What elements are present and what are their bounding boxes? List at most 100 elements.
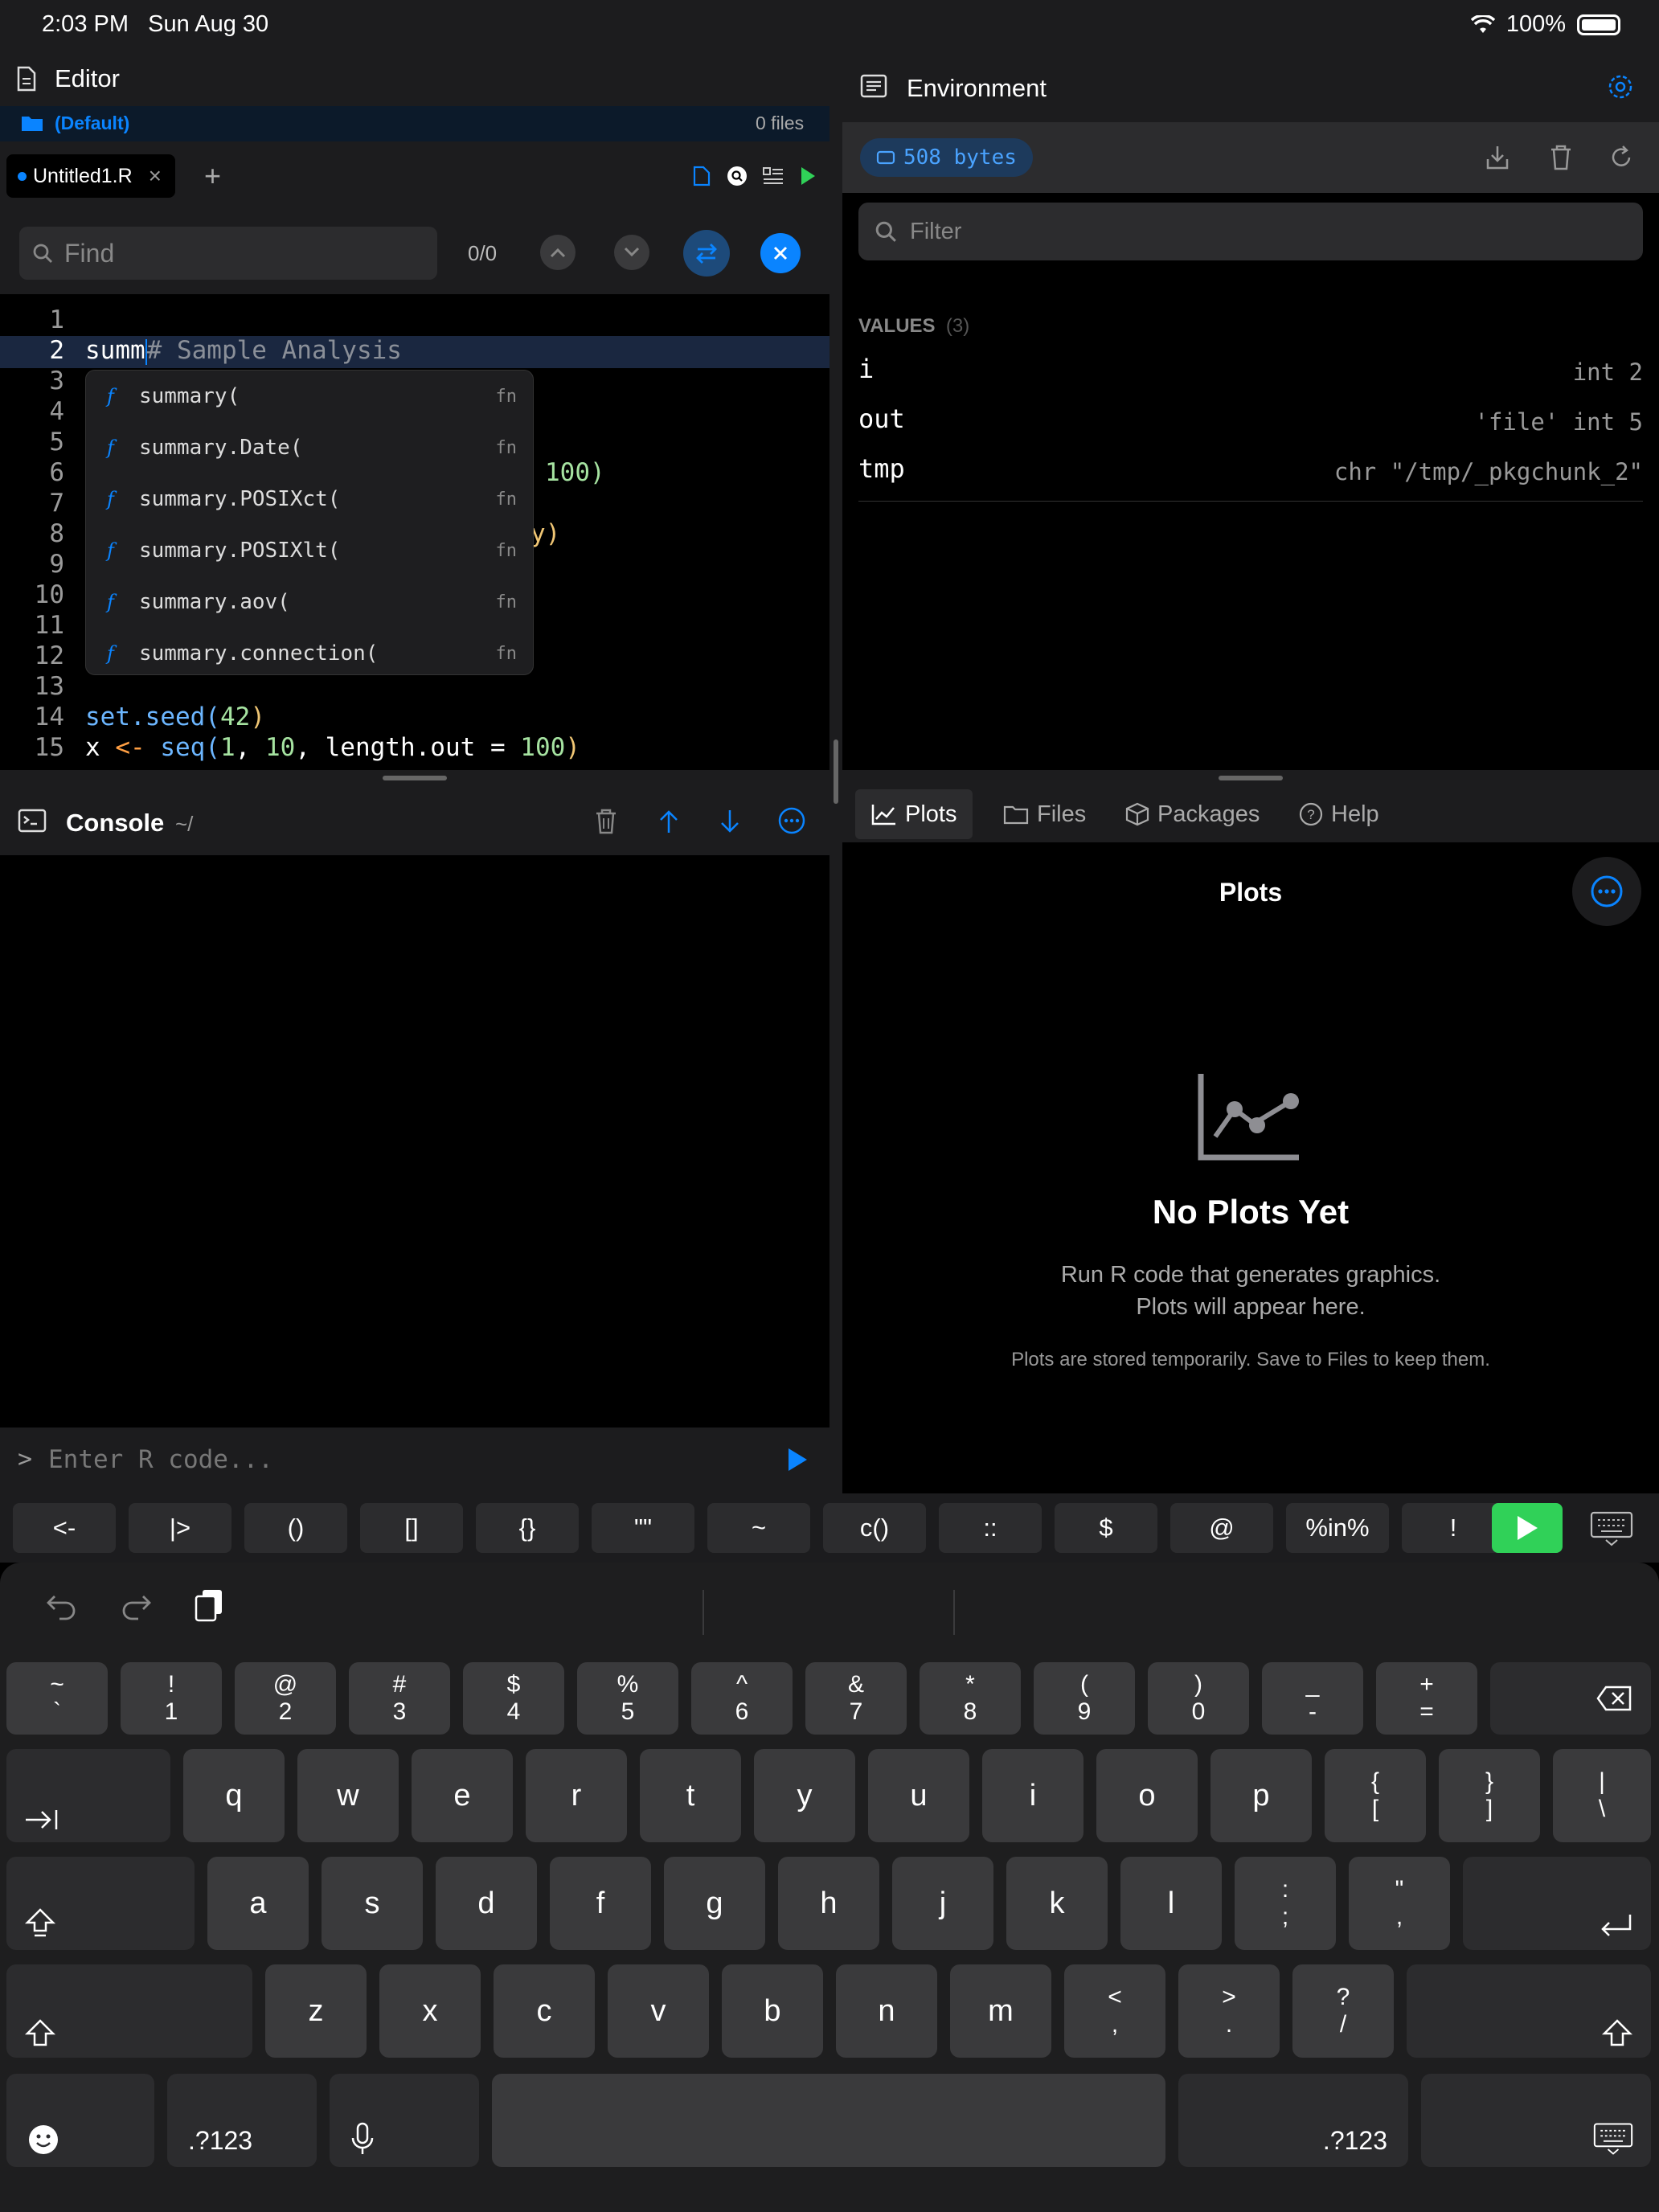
key-p[interactable]: p [1210,1749,1312,1842]
key-h[interactable]: h [778,1857,879,1950]
autocomplete-item[interactable]: f summary.POSIXct(fn [86,473,535,525]
add-tab-button[interactable]: + [204,159,221,193]
key-question[interactable]: ? / [1292,1964,1394,2058]
tab-plots[interactable]: Plots [855,789,973,839]
environment-filter-input[interactable]: Filter [858,203,1643,260]
key[interactable]: @2 [235,1662,336,1735]
key-s[interactable]: s [322,1857,423,1950]
env-row[interactable]: out 'file' int 5 [858,403,1643,452]
key-a[interactable]: a [207,1857,309,1950]
key[interactable]: * 8 [920,1662,1021,1735]
resize-handle[interactable] [383,776,447,780]
key-less-than[interactable]: <, [1064,1964,1165,2058]
resize-handle[interactable] [1219,776,1283,780]
find-next-button[interactable] [614,235,649,270]
run-icon[interactable] [799,166,817,186]
key-r[interactable]: r [526,1749,627,1842]
key-y[interactable]: y [754,1749,855,1842]
console-output[interactable] [0,855,830,1428]
key-b[interactable]: b [722,1964,823,2058]
key-i[interactable]: i [982,1749,1083,1842]
autocomplete-item[interactable]: f summary.POSIXlt(fn [86,525,535,576]
key[interactable]: ! 1 [121,1662,222,1735]
import-icon[interactable] [1485,145,1509,170]
insert-c-button[interactable]: c() [823,1503,926,1553]
key-f[interactable]: f [550,1857,651,1950]
numbers-key-right[interactable]: .?123 [1178,2074,1408,2167]
key[interactable]: $4 [463,1662,564,1735]
key-t[interactable]: t [640,1749,741,1842]
insert-braces-button[interactable]: {} [476,1503,579,1553]
key-o[interactable]: o [1096,1749,1198,1842]
autocomplete-item[interactable]: f summary.connection(fn [86,628,535,679]
key-colon[interactable]: :; [1235,1857,1336,1950]
undo-icon[interactable] [45,1591,77,1620]
env-plots-divider[interactable] [842,770,1659,786]
insert-quotes-button[interactable]: "" [592,1503,694,1553]
key-quote[interactable]: ", [1349,1857,1450,1950]
key[interactable]: ^ 6 [691,1662,793,1735]
key-brace-close[interactable]: }] [1439,1749,1540,1842]
replace-toggle-button[interactable] [683,230,730,276]
autocomplete-item[interactable]: f summary.Date(fn [86,422,535,473]
key-n[interactable]: n [836,1964,937,2058]
key-w[interactable]: w [297,1749,399,1842]
insert-brackets-button[interactable]: [] [360,1503,463,1553]
key-g[interactable]: g [664,1857,765,1950]
editor-console-divider[interactable] [0,770,830,786]
new-file-icon[interactable] [693,166,711,186]
return-key[interactable] [1463,1857,1651,1950]
dictation-key[interactable] [330,2074,479,2167]
keyboard-hide-icon[interactable] [1590,1511,1633,1546]
key[interactable]: #3 [349,1662,450,1735]
key[interactable]: ~ ` [6,1662,108,1735]
run-line-button[interactable] [1492,1503,1563,1553]
autocomplete-item[interactable]: f summary(fn [86,371,535,422]
paste-icon[interactable] [193,1587,225,1624]
key-k[interactable]: k [1006,1857,1108,1950]
settings-icon[interactable] [1608,74,1633,100]
more-icon[interactable] [778,807,805,834]
console-input-field[interactable]: Enter R code... [48,1445,273,1474]
insert-in-button[interactable]: %in% [1286,1503,1389,1553]
key-m[interactable]: m [950,1964,1051,2058]
key-brace[interactable]: {[ [1325,1749,1426,1842]
env-row[interactable]: i int 2 [858,354,1643,402]
find-prev-button[interactable] [540,235,576,270]
key[interactable]: (9 [1034,1662,1135,1735]
tab-help[interactable]: ? Help [1283,789,1395,839]
find-input[interactable]: Find [19,227,437,280]
outline-icon[interactable] [762,166,784,186]
caps-lock-key[interactable] [6,1857,195,1950]
plots-more-button[interactable] [1572,857,1641,926]
key-greater-than[interactable]: >. [1178,1964,1280,2058]
tab-key[interactable] [6,1749,170,1842]
key-v[interactable]: v [608,1964,709,2058]
tab-untitled1[interactable]: Untitled1.R × [6,154,175,198]
trash-icon[interactable] [1550,145,1572,170]
pane-divider[interactable] [830,51,842,1493]
insert-not-button[interactable]: ! [1402,1503,1505,1553]
key-c[interactable]: c [494,1964,595,2058]
key-pipe[interactable]: | \ [1553,1749,1651,1842]
key-q[interactable]: q [183,1749,285,1842]
key[interactable]: % 5 [577,1662,678,1735]
key-j[interactable]: j [892,1857,993,1950]
key-d[interactable]: d [436,1857,537,1950]
key-x[interactable]: x [379,1964,481,2058]
shift-left-key[interactable] [6,1964,252,2058]
insert-at-button[interactable]: @ [1170,1503,1273,1553]
project-name[interactable]: (Default) [55,113,129,134]
key[interactable]: & 7 [805,1662,907,1735]
insert-tilde-button[interactable]: ~ [707,1503,810,1553]
resize-handle[interactable] [834,739,838,804]
numbers-key-left[interactable]: .?123 [167,2074,317,2167]
tab-close-button[interactable]: × [149,163,162,189]
history-down-icon[interactable] [719,809,741,834]
insert-dollar-button[interactable]: $ [1055,1503,1157,1553]
key[interactable]: _ - [1262,1662,1363,1735]
search-doc-icon[interactable] [727,166,748,186]
tab-files[interactable]: Files [987,789,1102,839]
env-row[interactable]: tmp chr "/tmp/_pkgchunk_2" [858,453,1643,502]
console-input-bar[interactable]: > Enter R code... [0,1428,830,1493]
